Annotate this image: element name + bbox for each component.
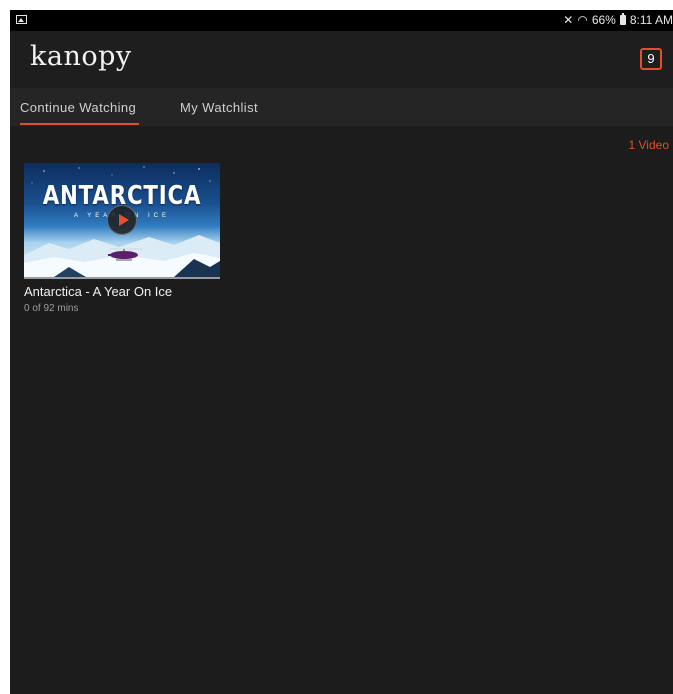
notification-count-badge[interactable]: 9: [640, 48, 662, 70]
play-icon[interactable]: [107, 205, 137, 235]
app-screen: ✕ ◠ 66% 8:11 AM kanopy 9 Continue Watchi…: [10, 10, 673, 694]
video-count: 1 Video: [628, 138, 669, 152]
app-header: kanopy 9: [10, 31, 673, 88]
battery-percent: 66%: [591, 13, 616, 27]
clock: 8:11 AM: [629, 13, 673, 27]
battery-icon: [619, 13, 626, 25]
video-thumbnail[interactable]: ANTARCTICA A YEAR ON ICE: [24, 163, 220, 277]
video-title[interactable]: Antarctica - A Year On Ice: [24, 284, 221, 299]
video-card[interactable]: ANTARCTICA A YEAR ON ICE Antarctica - A …: [24, 163, 221, 314]
wifi-icon: ◠: [577, 13, 588, 27]
gallery-icon: [16, 15, 27, 24]
video-duration: 0 of 92 mins: [24, 303, 79, 314]
status-indicators: ✕ ◠ 66% 8:11 AM: [563, 13, 673, 27]
tab-my-watchlist[interactable]: My Watchlist: [180, 100, 258, 115]
watch-progress-bar: [24, 277, 220, 279]
kanopy-logo[interactable]: kanopy: [30, 41, 132, 72]
tab-continue-watching[interactable]: Continue Watching: [20, 100, 136, 115]
tab-bar: Continue Watching My Watchlist: [10, 88, 673, 126]
active-tab-indicator: [20, 123, 139, 125]
status-bar: ✕ ◠ 66% 8:11 AM: [10, 10, 673, 31]
mute-icon: ✕: [563, 13, 574, 27]
